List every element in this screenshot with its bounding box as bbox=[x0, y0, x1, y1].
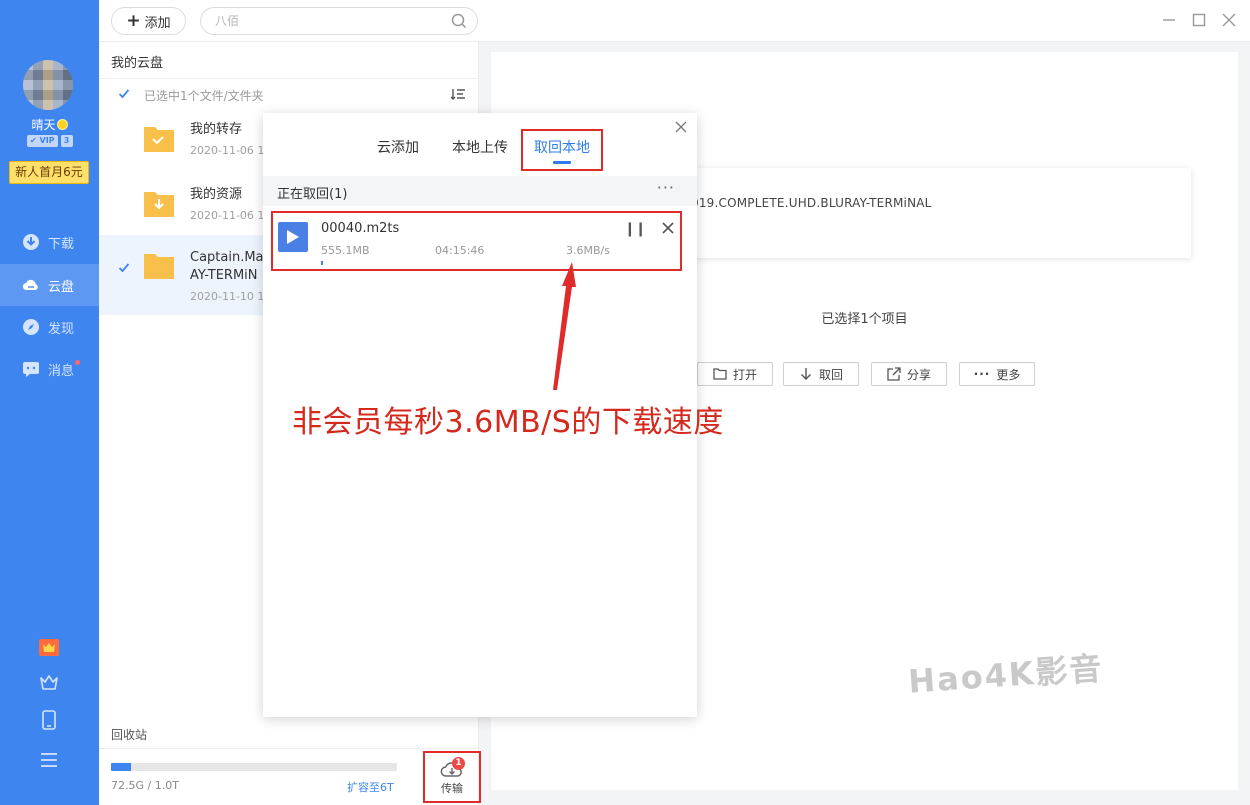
gift-icon[interactable] bbox=[38, 636, 60, 658]
play-icon bbox=[278, 222, 308, 252]
file-name: 我的资源 bbox=[190, 187, 243, 202]
plus-icon: + bbox=[126, 10, 141, 31]
open-label: 打开 bbox=[732, 367, 757, 382]
maximize-icon[interactable] bbox=[1190, 11, 1208, 29]
selection-bar: 已选中1个文件/文件夹 bbox=[99, 78, 479, 108]
annotation-text: 非会员每秒3.6MB/S的下载速度 bbox=[292, 405, 724, 440]
expand-storage-link[interactable]: 扩容至6T bbox=[347, 779, 394, 795]
tab-local-upload[interactable]: 本地上传 bbox=[452, 137, 508, 157]
topbar: + 添加 bbox=[99, 0, 1250, 42]
nav-discover[interactable]: 发现 bbox=[0, 306, 99, 348]
nav-discover-label: 发现 bbox=[48, 321, 75, 337]
transfer-badge: 1 bbox=[452, 757, 465, 770]
discover-icon bbox=[23, 319, 39, 335]
open-icon bbox=[713, 368, 727, 380]
crown-icon[interactable] bbox=[38, 671, 60, 693]
transfer-item[interactable]: 00040.m2ts 555.1MB 04:15:46 3.6MB/s ❙❙ bbox=[271, 211, 682, 271]
more-button[interactable]: ··· 更多 bbox=[959, 362, 1035, 386]
transfer-speed: 3.6MB/s bbox=[566, 244, 610, 257]
section-more-icon[interactable]: ··· bbox=[657, 178, 675, 197]
file-name: 我的转存 bbox=[190, 122, 243, 137]
pause-icon[interactable]: ❙❙ bbox=[624, 221, 646, 237]
nav-download[interactable]: 下载 bbox=[0, 221, 99, 263]
detail-card: 019.COMPLETE.UHD.BLURAY-TERMiNAL bbox=[691, 168, 1191, 258]
minimize-icon[interactable] bbox=[1160, 11, 1178, 29]
file-date: 2020-11-10 17 bbox=[190, 290, 272, 303]
storage-text: 72.5G / 1.0T bbox=[111, 779, 179, 792]
sun-icon bbox=[56, 119, 68, 130]
cancel-transfer-icon[interactable] bbox=[662, 222, 674, 234]
vip-level-badge: 3 bbox=[60, 135, 73, 147]
search-box[interactable] bbox=[200, 7, 478, 35]
selection-text: 已选中1个文件/文件夹 bbox=[144, 89, 264, 103]
cloud-icon bbox=[22, 279, 38, 291]
transfer-file-size: 555.1MB bbox=[321, 244, 370, 257]
retrieve-button[interactable]: 取回 bbox=[783, 362, 859, 386]
avatar[interactable] bbox=[23, 60, 73, 110]
tab-cloud-add[interactable]: 云添加 bbox=[377, 137, 419, 157]
storage-footer: 72.5G / 1.0T 扩容至6T 1 传输 bbox=[99, 748, 481, 805]
transfer-file-name: 00040.m2ts bbox=[321, 221, 400, 236]
transfer-label: 传输 bbox=[441, 781, 463, 795]
close-icon[interactable] bbox=[1220, 11, 1238, 29]
folder-icon bbox=[144, 192, 174, 217]
file-name-line2: AY-TERMiN bbox=[190, 268, 258, 283]
tab-highlight-box bbox=[521, 129, 603, 171]
search-input[interactable] bbox=[215, 12, 435, 30]
sidebar: 晴天 ✔ VIP 3 新人首月6元 下载 云盘 发现 消息 bbox=[0, 0, 99, 805]
storage-bar bbox=[111, 763, 397, 771]
download-icon bbox=[23, 234, 39, 250]
file-date: 2020-11-06 15 bbox=[190, 209, 272, 222]
folder-icon bbox=[144, 127, 174, 152]
unread-dot bbox=[75, 359, 81, 365]
panel-title: 我的云盘 bbox=[111, 56, 164, 71]
share-label: 分享 bbox=[906, 367, 931, 382]
share-icon bbox=[887, 367, 901, 381]
open-button[interactable]: 打开 bbox=[697, 362, 773, 386]
nav-message-label: 消息 bbox=[48, 363, 75, 379]
vip-badge: ✔ VIP bbox=[27, 135, 58, 147]
menu-icon[interactable] bbox=[38, 749, 60, 771]
recycle-bin[interactable]: 回收站 bbox=[111, 726, 147, 743]
add-button-label: 添加 bbox=[144, 15, 171, 31]
vip-badges: ✔ VIP 3 bbox=[27, 135, 73, 147]
username: 晴天 bbox=[0, 116, 99, 133]
nav-cloud-label: 云盘 bbox=[48, 279, 75, 295]
more-icon: ··· bbox=[973, 367, 991, 381]
file-date: 2020-11-06 15 bbox=[190, 144, 272, 157]
share-button[interactable]: 分享 bbox=[871, 362, 947, 386]
download-arrow-icon bbox=[800, 368, 811, 380]
phone-icon[interactable] bbox=[38, 709, 60, 731]
section-header: 正在取回(1) ··· bbox=[263, 176, 697, 206]
transfer-time-left: 04:15:46 bbox=[435, 244, 485, 257]
message-icon bbox=[23, 362, 39, 377]
more-label: 更多 bbox=[996, 367, 1021, 382]
retrieve-label: 取回 bbox=[818, 367, 843, 382]
transfer-button[interactable]: 1 传输 bbox=[423, 751, 481, 803]
popup-close-icon[interactable] bbox=[675, 121, 687, 133]
username-text: 晴天 bbox=[31, 118, 56, 132]
promo-button[interactable]: 新人首月6元 bbox=[9, 161, 89, 184]
nav-message[interactable]: 消息 bbox=[0, 348, 99, 390]
detail-filename: 019.COMPLETE.UHD.BLURAY-TERMiNAL bbox=[691, 196, 932, 210]
nav-download-label: 下载 bbox=[48, 236, 75, 252]
file-name-line1: Captain.Mar bbox=[190, 250, 269, 265]
search-icon[interactable] bbox=[451, 13, 467, 29]
add-button[interactable]: + 添加 bbox=[111, 7, 186, 35]
storage-fill bbox=[111, 763, 132, 771]
folder-icon bbox=[144, 254, 174, 279]
section-title: 正在取回(1) bbox=[277, 187, 348, 202]
row-checkbox[interactable] bbox=[118, 262, 130, 274]
select-all-checkbox[interactable] bbox=[118, 88, 130, 100]
sort-icon[interactable] bbox=[451, 87, 465, 101]
nav-cloud[interactable]: 云盘 bbox=[0, 264, 99, 306]
transfer-progress bbox=[321, 261, 323, 265]
